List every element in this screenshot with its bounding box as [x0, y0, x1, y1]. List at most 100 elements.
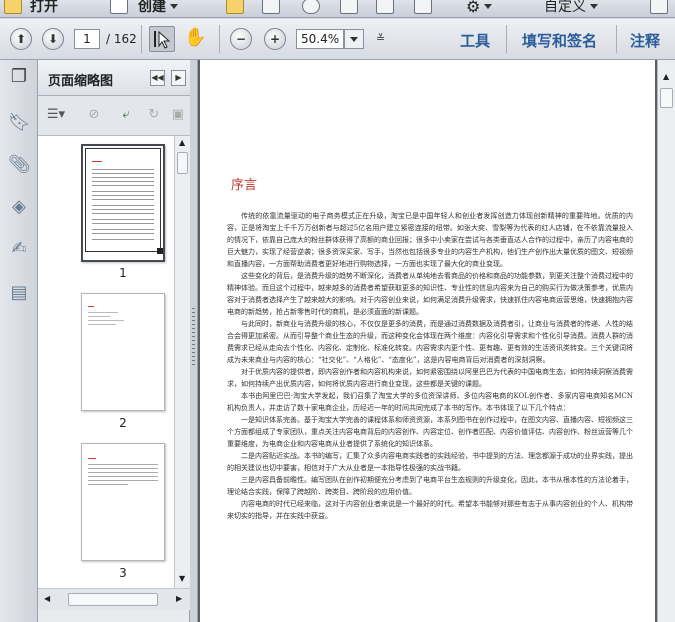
- scroll-down-icon[interactable]: ▼: [179, 574, 185, 583]
- page-thumbnails-icon[interactable]: ❐: [8, 66, 30, 88]
- page-number-input[interactable]: 1: [74, 29, 100, 49]
- thumb-line: [92, 199, 154, 200]
- scrollbar-thumb[interactable]: [177, 152, 188, 174]
- signature-icon[interactable]: ✍: [8, 238, 30, 260]
- expand-button[interactable]: [650, 0, 668, 16]
- collapse-panel-button[interactable]: ◀◀: [150, 70, 165, 86]
- more-tools-button[interactable]: ≚: [376, 32, 385, 45]
- paragraph: 对于优质内容的提供者，即内容创作者和内容机构来说，如何紧密围绕以阿里巴巴为代表的…: [227, 368, 633, 388]
- select-tool-button[interactable]: [149, 26, 175, 52]
- page-total: / 162: [106, 32, 137, 46]
- panel-options-button[interactable]: ▶: [171, 70, 186, 86]
- zoom-out-button[interactable]: −: [230, 28, 252, 50]
- list-options-icon: ☰▾: [46, 107, 66, 122]
- scroll-left-icon[interactable]: ◀: [44, 594, 50, 603]
- thumb-line: [88, 316, 110, 317]
- thumb-line: [92, 185, 154, 186]
- panel-splitter[interactable]: [190, 60, 198, 622]
- delete-page-button[interactable]: ⊘: [84, 105, 104, 125]
- thumb-line: [92, 213, 154, 214]
- expand-icon: [650, 0, 668, 14]
- hand-icon: ✋: [184, 27, 207, 48]
- scroll-up-icon[interactable]: ▲: [179, 138, 185, 147]
- paragraph: 传统的依靠流量驱动的电子商务模式正在升级，淘宝已是中国年轻人和创业者发挥创造力体…: [227, 212, 633, 268]
- previous-page-button[interactable]: ⬆: [10, 28, 32, 50]
- page-thumbnail[interactable]: [81, 144, 165, 262]
- zoom-in-button[interactable]: +: [264, 28, 286, 50]
- resize-handle[interactable]: [157, 248, 163, 254]
- document-icon[interactable]: ▤: [8, 282, 30, 304]
- next-page-button[interactable]: ⬇: [42, 28, 64, 50]
- customize-button[interactable]: 自定义: [544, 0, 598, 16]
- attachment-icon[interactable]: 📎︎: [8, 154, 31, 176]
- insert-page-button[interactable]: ⤶: [116, 105, 136, 125]
- thumbnail-label: 3: [119, 566, 127, 580]
- thumbnail-horizontal-scrollbar[interactable]: ◀ ▶: [38, 588, 190, 610]
- thumbnail-list: 1 2 3: [38, 136, 174, 588]
- open-file-button[interactable]: [226, 0, 244, 16]
- chevron-down-icon: [484, 3, 493, 9]
- comment-link[interactable]: 注释: [630, 30, 660, 51]
- thumb-line: [88, 312, 118, 313]
- page-thumbnail[interactable]: [81, 443, 165, 561]
- document-view: 序言 传统的依靠流量驱动的电子商务模式正在升级，淘宝已是中国年轻人和创业者发挥创…: [198, 60, 657, 622]
- panel-title: 页面缩略图: [48, 74, 114, 89]
- gear-icon: ⚙: [466, 0, 481, 16]
- create-button[interactable]: 创建: [110, 0, 178, 16]
- scroll-up-icon[interactable]: ▲: [663, 72, 669, 81]
- thumb-line: [92, 239, 154, 240]
- thumb-line: [88, 464, 158, 465]
- document-vertical-scrollbar[interactable]: ▲: [657, 60, 675, 622]
- arrow-down-icon: ⬇: [47, 32, 59, 46]
- zoom-dropdown[interactable]: [344, 29, 364, 49]
- delete-page-icon: ⊘: [88, 107, 100, 122]
- page-heading: 序言: [231, 178, 258, 193]
- thumb-line: [92, 177, 154, 178]
- paragraph: 这些变化的背后，是消费升级的趋势不断深化，消费者从单纯地去看商品的价格和商品的功…: [227, 272, 633, 316]
- bookmark-icon[interactable]: 🔖︎: [8, 112, 31, 134]
- settings-button[interactable]: ⚙: [466, 0, 493, 16]
- tools-link[interactable]: 工具: [460, 30, 490, 51]
- thumb-line: [92, 209, 154, 210]
- scrollbar-thumb[interactable]: [660, 88, 673, 108]
- rotate-page-button[interactable]: ↻: [144, 105, 164, 125]
- hand-tool-button[interactable]: ✋: [184, 27, 206, 48]
- chevron-down-icon: [590, 3, 598, 9]
- printer-icon: [340, 0, 358, 14]
- edit-button[interactable]: [376, 0, 394, 16]
- chevron-down-icon: [350, 37, 358, 42]
- scroll-right-icon[interactable]: ▶: [176, 594, 182, 603]
- thumb-line: [92, 205, 154, 206]
- thumb-line: [88, 472, 158, 473]
- thumb-line: [92, 181, 154, 182]
- create-pdf-icon: [110, 0, 128, 14]
- thumb-line: [88, 480, 158, 481]
- open-label: 打开: [30, 0, 58, 15]
- customize-label: 自定义: [544, 0, 586, 15]
- right-arrow-icon: ▶: [175, 73, 182, 82]
- rotate-icon: ↻: [148, 107, 160, 122]
- print-button[interactable]: [340, 0, 358, 16]
- scrollbar-thumb[interactable]: [68, 593, 158, 606]
- extract-page-button[interactable]: ▣: [168, 105, 188, 125]
- page-thumbnail[interactable]: [81, 293, 165, 411]
- folder-icon: [226, 0, 244, 14]
- zoom-input[interactable]: 50.4%: [296, 29, 344, 49]
- thumbnail-vertical-scrollbar[interactable]: ▲ ▼: [174, 136, 190, 588]
- cloud-upload-icon: [302, 0, 320, 14]
- save-button[interactable]: [262, 0, 280, 16]
- thumbnail-panel: 页面缩略图 ◀◀ ▶ ☰▾ ⊘ ⤶ ↻ ▣ 1 2 3 ▲ ▼ ◀ ▶: [38, 60, 190, 622]
- upload-button[interactable]: [302, 0, 320, 16]
- layers-icon[interactable]: ◈: [8, 196, 30, 218]
- fill-sign-link[interactable]: 填写和签名: [522, 30, 597, 51]
- thumb-line: [92, 195, 154, 196]
- main-toolbar: ⬆ ⬇ 1 / 162 ✋ − + 50.4% ≚ 工具 填写和签名 注释: [0, 19, 675, 60]
- options-menu-button[interactable]: ☰▾: [46, 105, 66, 125]
- extract-icon: ▣: [171, 107, 185, 122]
- thumb-heading: [88, 458, 96, 459]
- open-button[interactable]: 打开: [4, 0, 58, 16]
- thumbnail-label: 2: [119, 416, 127, 430]
- navigation-pane: ❐ 🔖︎ 📎︎ ◈ ✍ ▤: [0, 60, 38, 622]
- email-button[interactable]: [414, 0, 432, 16]
- toolbar-divider: [506, 25, 507, 53]
